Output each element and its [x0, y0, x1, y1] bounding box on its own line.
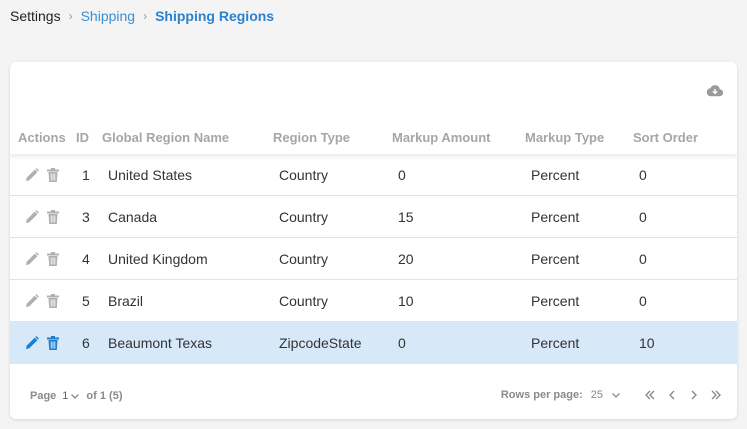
- row-actions: [10, 209, 72, 225]
- header-id[interactable]: ID: [72, 130, 98, 145]
- page-label: Page: [30, 390, 57, 402]
- pencil-icon[interactable]: [24, 335, 40, 351]
- table-row[interactable]: 5 Brazil Country 10 Percent 0: [10, 280, 737, 322]
- cell-region-name: United Kingdom: [108, 250, 208, 267]
- row-actions: [10, 251, 72, 267]
- chevron-down-icon[interactable]: [70, 391, 80, 401]
- first-page-icon[interactable]: [643, 388, 657, 402]
- cell-region-name: Beaumont Texas: [108, 334, 213, 351]
- cell-markup-amount: 0: [398, 334, 406, 351]
- row-actions: [10, 335, 72, 351]
- cell-markup-type: Percent: [531, 208, 580, 225]
- cell-region-type: Country: [279, 208, 329, 225]
- cell-sort-order: 0: [639, 250, 647, 267]
- cell-markup-amount: 10: [398, 292, 414, 309]
- last-page-icon[interactable]: [709, 388, 723, 402]
- trash-icon[interactable]: [45, 167, 61, 183]
- breadcrumb-separator: ›: [68, 9, 73, 23]
- cell-id: 4: [82, 250, 90, 267]
- pagination-bar: Page 1 of 1 (5) Rows per page: 25: [10, 364, 737, 419]
- header-markup-amount[interactable]: Markup Amount: [388, 130, 521, 145]
- cell-id: 6: [82, 334, 90, 351]
- previous-page-icon[interactable]: [665, 388, 679, 402]
- header-markup-type[interactable]: Markup Type: [521, 130, 629, 145]
- cell-region-type: ZipcodeState: [279, 334, 362, 351]
- header-actions: Actions: [18, 129, 66, 145]
- card-toolbar: [10, 62, 737, 120]
- page-count: of 1 (5): [86, 390, 123, 402]
- pencil-icon[interactable]: [24, 209, 40, 225]
- cell-region-name: Brazil: [108, 292, 144, 309]
- row-actions: [10, 293, 72, 309]
- breadcrumb-shipping-regions: Shipping Regions: [155, 8, 275, 24]
- table-row[interactable]: 6 Beaumont Texas ZipcodeState 0 Percent 10: [10, 322, 737, 364]
- row-actions: [10, 167, 72, 183]
- pencil-icon[interactable]: [24, 167, 40, 183]
- breadcrumb-separator: ›: [143, 9, 148, 23]
- cell-region-name: Canada: [108, 208, 158, 225]
- breadcrumb-settings[interactable]: Settings: [10, 8, 61, 24]
- cell-markup-amount: 15: [398, 208, 414, 225]
- cell-id: 3: [82, 208, 90, 225]
- rows-per-page-label: Rows per page:: [500, 389, 583, 401]
- rows-per-page-value[interactable]: 25: [591, 389, 603, 401]
- cell-region-type: Country: [279, 250, 329, 267]
- chevron-down-icon[interactable]: [611, 390, 621, 400]
- cell-markup-type: Percent: [531, 292, 580, 309]
- cell-region-type: Country: [279, 166, 329, 183]
- trash-icon[interactable]: [45, 293, 61, 309]
- cell-markup-type: Percent: [531, 334, 580, 351]
- pencil-icon[interactable]: [24, 251, 40, 267]
- cell-sort-order: 0: [639, 166, 647, 183]
- cell-id: 1: [82, 166, 90, 183]
- cell-markup-type: Percent: [531, 250, 580, 267]
- rows-per-page-control: Rows per page: 25: [501, 388, 723, 402]
- table-header: Actions ID Global Region Name Region Typ…: [10, 120, 737, 154]
- table-row[interactable]: 4 United Kingdom Country 20 Percent 0: [10, 238, 737, 280]
- table-body: 1 United States Country 0 Percent 0 3 Canada Cou…: [10, 154, 737, 364]
- header-global-region-name[interactable]: Global Region Name: [98, 130, 269, 145]
- page-select-value[interactable]: 1: [62, 390, 68, 402]
- cell-region-type: Country: [279, 292, 329, 309]
- breadcrumb: Settings › Shipping › Shipping Regions: [10, 8, 274, 24]
- header-sort-order[interactable]: Sort Order: [629, 130, 737, 145]
- pencil-icon[interactable]: [24, 293, 40, 309]
- table-row[interactable]: 3 Canada Country 15 Percent 0: [10, 196, 737, 238]
- trash-icon[interactable]: [45, 209, 61, 225]
- table-row[interactable]: 1 United States Country 0 Percent 0: [10, 154, 737, 196]
- cell-region-name: United States: [108, 166, 193, 183]
- cell-sort-order: 0: [639, 208, 647, 225]
- breadcrumb-shipping[interactable]: Shipping: [81, 8, 136, 24]
- cell-markup-type: Percent: [531, 166, 580, 183]
- cell-sort-order: 10: [639, 334, 655, 351]
- regions-card: Actions ID Global Region Name Region Typ…: [10, 62, 737, 419]
- trash-icon[interactable]: [45, 251, 61, 267]
- cell-sort-order: 0: [639, 292, 647, 309]
- next-page-icon[interactable]: [687, 388, 701, 402]
- cloud-download-icon[interactable]: [706, 84, 724, 98]
- header-region-type[interactable]: Region Type: [269, 130, 388, 145]
- page-indicator: Page 1 of 1 (5): [30, 390, 122, 402]
- trash-icon[interactable]: [45, 335, 61, 351]
- cell-markup-amount: 0: [398, 166, 406, 183]
- cell-markup-amount: 20: [398, 250, 414, 267]
- cell-id: 5: [82, 292, 90, 309]
